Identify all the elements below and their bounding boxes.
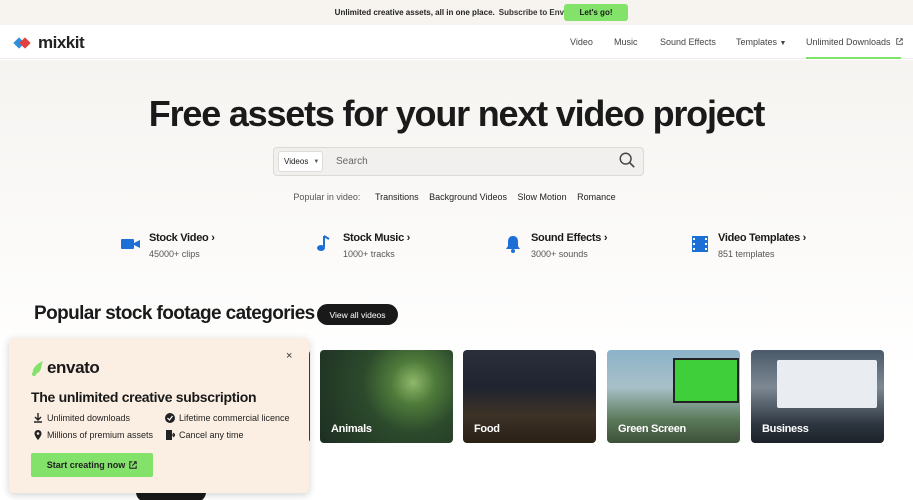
check-badge-icon — [165, 413, 175, 423]
page-headline: Free assets for your next video project — [148, 93, 766, 134]
tile-label: Business — [762, 423, 809, 435]
category-count: 1000+ tracks — [343, 249, 395, 259]
mixkit-logo[interactable]: mixkit — [13, 33, 85, 53]
chevron-down-icon: ▼ — [313, 158, 320, 165]
category-tile-food[interactable]: Food — [463, 350, 596, 443]
modal-title: The unlimited creative subscription — [31, 389, 257, 405]
tile-label: Animals — [331, 423, 372, 435]
mixkit-logo-icon — [13, 37, 35, 49]
download-icon — [34, 413, 42, 423]
video-camera-icon — [121, 239, 140, 249]
cta-label: Start creating now — [46, 460, 126, 470]
caret-down-icon: ▼ — [779, 40, 787, 47]
film-strip-icon — [692, 236, 708, 252]
category-tile-green-screen[interactable]: Green Screen — [607, 350, 740, 443]
promo-lets-go-button[interactable]: Let's go! — [564, 4, 628, 21]
category-count: 3000+ sounds — [531, 249, 588, 259]
close-icon[interactable]: × — [286, 350, 292, 362]
feature-premium-assets: Millions of premium assets — [33, 430, 153, 440]
tile-label: Food — [474, 423, 500, 435]
search-icon[interactable] — [618, 151, 636, 169]
search-input[interactable] — [330, 151, 610, 172]
popular-label: Popular in video: — [293, 192, 361, 202]
music-note-icon — [317, 235, 330, 251]
search-bar: Videos ▼ — [273, 147, 644, 176]
popular-tag-background-videos[interactable]: Background Videos — [429, 192, 507, 202]
envato-promo-modal: × envato The unlimited creative subscrip… — [9, 338, 309, 493]
green-screen-laptop — [673, 358, 739, 403]
popular-tag-slow-motion[interactable]: Slow Motion — [518, 192, 567, 202]
nav-unlimited-label: Unlimited Downloads — [806, 37, 891, 47]
nav-templates[interactable]: Templates ▼ — [736, 37, 786, 47]
category-title: Video Templates › — [718, 232, 807, 244]
feature-lifetime-licence: Lifetime commercial licence — [165, 413, 290, 423]
logo-text: mixkit — [38, 33, 85, 52]
bell-icon — [506, 236, 520, 253]
category-title: Stock Video › — [149, 232, 215, 244]
envato-logo: envato — [31, 358, 100, 378]
nav-video[interactable]: Video — [570, 37, 593, 47]
view-all-videos-button[interactable]: View all videos — [317, 304, 398, 325]
category-count: 851 templates — [718, 249, 775, 259]
nav-active-underline — [806, 57, 901, 59]
laptop-screen — [777, 360, 877, 408]
nav-templates-label: Templates — [736, 37, 778, 47]
promo-text: Unlimited creative assets, all in one pl… — [334, 8, 495, 17]
envato-brand-text: envato — [47, 358, 100, 377]
category-title: Stock Music › — [343, 232, 411, 244]
popular-tag-romance[interactable]: Romance — [577, 192, 616, 202]
popular-searches: Popular in video: Transitions Background… — [0, 192, 913, 202]
envato-leaf-icon — [32, 361, 43, 376]
nav-sound-effects[interactable]: Sound Effects — [660, 37, 716, 47]
tile-label: Green Screen — [618, 423, 686, 435]
feature-cancel-any-time: Cancel any time — [165, 430, 244, 440]
section-title: Popular stock footage categories — [34, 303, 315, 324]
search-type-select[interactable]: Videos ▼ — [278, 151, 323, 172]
top-nav: mixkit Video Music Sound Effects Templat… — [0, 25, 913, 59]
external-link-icon — [129, 461, 137, 469]
location-pin-icon — [34, 430, 42, 440]
exit-door-icon — [166, 430, 175, 440]
nav-music[interactable]: Music — [614, 37, 638, 47]
nav-unlimited-downloads[interactable]: Unlimited Downloads — [806, 37, 903, 47]
category-count: 45000+ clips — [149, 249, 200, 259]
popular-tag-transitions[interactable]: Transitions — [375, 192, 419, 202]
start-creating-now-button[interactable]: Start creating now — [31, 453, 153, 477]
feature-unlimited-downloads: Unlimited downloads — [33, 413, 130, 423]
category-title: Sound Effects › — [531, 232, 608, 244]
category-tile-animals[interactable]: Animals — [320, 350, 453, 443]
search-type-label: Videos — [284, 157, 309, 166]
external-link-icon — [896, 38, 903, 45]
promo-bar: Unlimited creative assets, all in one pl… — [0, 0, 913, 25]
category-tile-business[interactable]: Business — [751, 350, 884, 443]
